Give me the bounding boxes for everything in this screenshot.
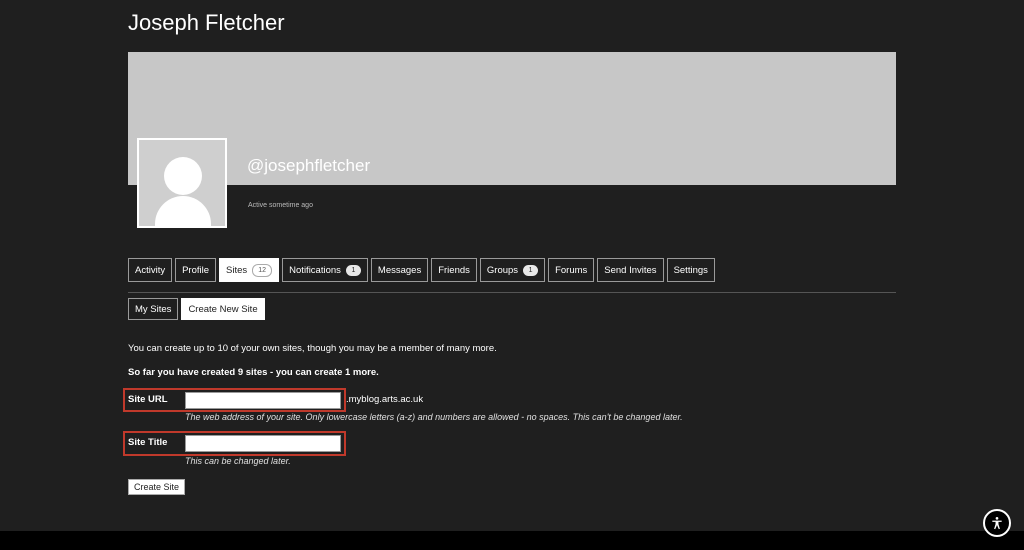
tab-label: Friends: [438, 264, 470, 276]
site-title-help: This can be changed later.: [185, 456, 291, 466]
sites-subnav: My Sites Create New Site: [128, 298, 265, 320]
tab-label: Sites: [226, 264, 248, 276]
sites-limit-text: You can create up to 10 of your own site…: [128, 343, 497, 354]
groups-count-badge: 1: [523, 264, 539, 276]
tab-activity[interactable]: Activity: [128, 258, 173, 282]
tab-label: Notifications: [289, 264, 341, 276]
tab-label: Activity: [135, 264, 166, 276]
avatar[interactable]: [137, 138, 227, 228]
page-footer: [0, 531, 1024, 550]
subtab-my-sites[interactable]: My Sites: [128, 298, 179, 320]
tab-sites[interactable]: Sites 12: [219, 258, 280, 282]
tab-label: Groups: [486, 264, 519, 276]
avatar-head-shape: [164, 157, 202, 195]
profile-tabs: Activity Profile Sites 12 Notifications 1 …: [128, 258, 715, 282]
site-url-label: Site URL: [128, 394, 168, 405]
avatar-body-shape: [155, 196, 211, 226]
last-active-text: Active sometime ago: [248, 202, 313, 209]
tab-send-invites[interactable]: Send Invites: [597, 258, 664, 282]
site-url-help: The web address of your site. Only lower…: [185, 412, 683, 422]
tab-label: Profile: [182, 264, 210, 276]
tab-messages[interactable]: Messages: [370, 258, 429, 282]
accessibility-button[interactable]: [983, 509, 1011, 537]
subtab-create-new-site[interactable]: Create New Site: [181, 298, 265, 320]
page-title: Joseph Fletcher: [128, 10, 285, 35]
subtab-label: My Sites: [135, 303, 172, 315]
tab-label: Settings: [673, 264, 708, 276]
tab-friends[interactable]: Friends: [431, 258, 477, 282]
subtab-label: Create New Site: [188, 303, 258, 315]
tab-profile[interactable]: Profile: [175, 258, 217, 282]
site-url-input[interactable]: [185, 392, 341, 409]
tab-forums[interactable]: Forums: [548, 258, 595, 282]
create-site-button[interactable]: Create Site: [128, 479, 186, 495]
site-title-label: Site Title: [128, 437, 168, 448]
tab-label: Send Invites: [604, 264, 657, 276]
accessibility-icon: [992, 516, 1002, 530]
site-title-input[interactable]: [185, 435, 341, 452]
user-handle: @josephfletcher: [247, 156, 371, 175]
tabs-divider: [128, 292, 896, 293]
tab-notifications[interactable]: Notifications 1: [282, 258, 368, 282]
notifications-count-badge: 1: [345, 264, 361, 276]
site-url-domain-suffix: .myblog.arts.ac.uk: [346, 394, 424, 405]
cover-image: [128, 52, 896, 185]
tab-settings[interactable]: Settings: [666, 258, 715, 282]
tab-label: Messages: [377, 264, 422, 276]
tab-label: Forums: [555, 264, 588, 276]
sites-quota-text: So far you have created 9 sites - you ca…: [128, 367, 379, 378]
tab-groups[interactable]: Groups 1: [479, 258, 546, 282]
sites-count-badge: 12: [252, 263, 273, 277]
